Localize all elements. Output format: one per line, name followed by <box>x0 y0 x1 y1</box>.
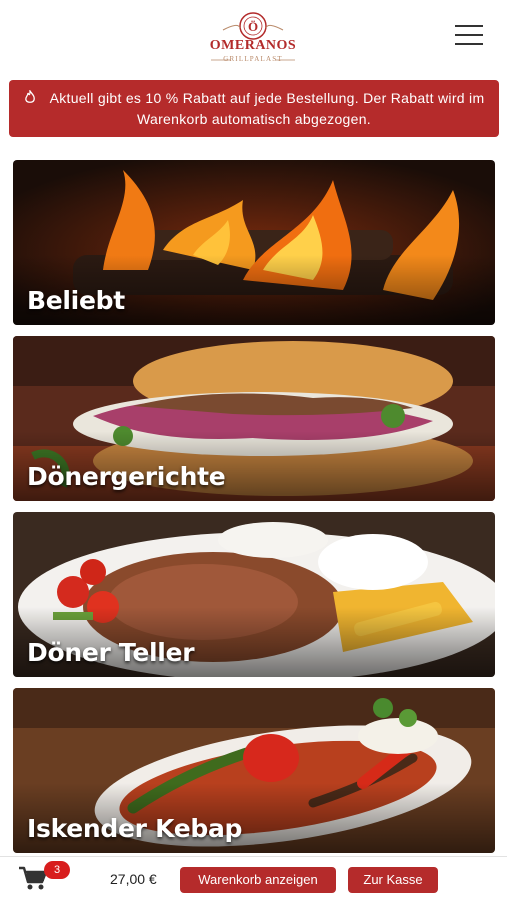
category-card-doener-teller[interactable]: Döner Teller <box>13 512 495 677</box>
category-label: Döner Teller <box>27 638 195 667</box>
logo-subtitle: GRILLPALAST <box>223 55 283 63</box>
category-label: Beliebt <box>27 286 125 315</box>
promo-banner: Aktuell gibt es 10 % Rabatt auf jede Bes… <box>9 80 499 137</box>
logo[interactable]: Ö OMERANOS GRILLPALAST <box>203 8 303 66</box>
category-label: Dönergerichte <box>27 462 226 491</box>
cart-total: 27,00 € <box>110 871 157 887</box>
show-cart-button[interactable]: Warenkorb anzeigen <box>180 867 336 893</box>
header: Ö OMERANOS GRILLPALAST <box>0 0 507 72</box>
logo-name: OMERANOS <box>209 38 297 53</box>
hamburger-menu-icon[interactable] <box>452 22 486 48</box>
checkout-button[interactable]: Zur Kasse <box>348 867 438 893</box>
svg-text:Ö: Ö <box>248 19 258 34</box>
cart-bar: 3 27,00 € Warenkorb anzeigen Zur Kasse <box>0 856 507 900</box>
category-card-doenergerichte[interactable]: Dönergerichte <box>13 336 495 501</box>
flame-icon <box>24 88 36 109</box>
category-card-iskender-kebap[interactable]: Iskender Kebap <box>13 688 495 853</box>
promo-text: Aktuell gibt es 10 % Rabatt auf jede Bes… <box>49 90 485 127</box>
cart-count-badge: 3 <box>44 861 70 879</box>
category-label: Iskender Kebap <box>27 814 243 843</box>
category-card-beliebt[interactable]: Beliebt <box>13 160 495 325</box>
